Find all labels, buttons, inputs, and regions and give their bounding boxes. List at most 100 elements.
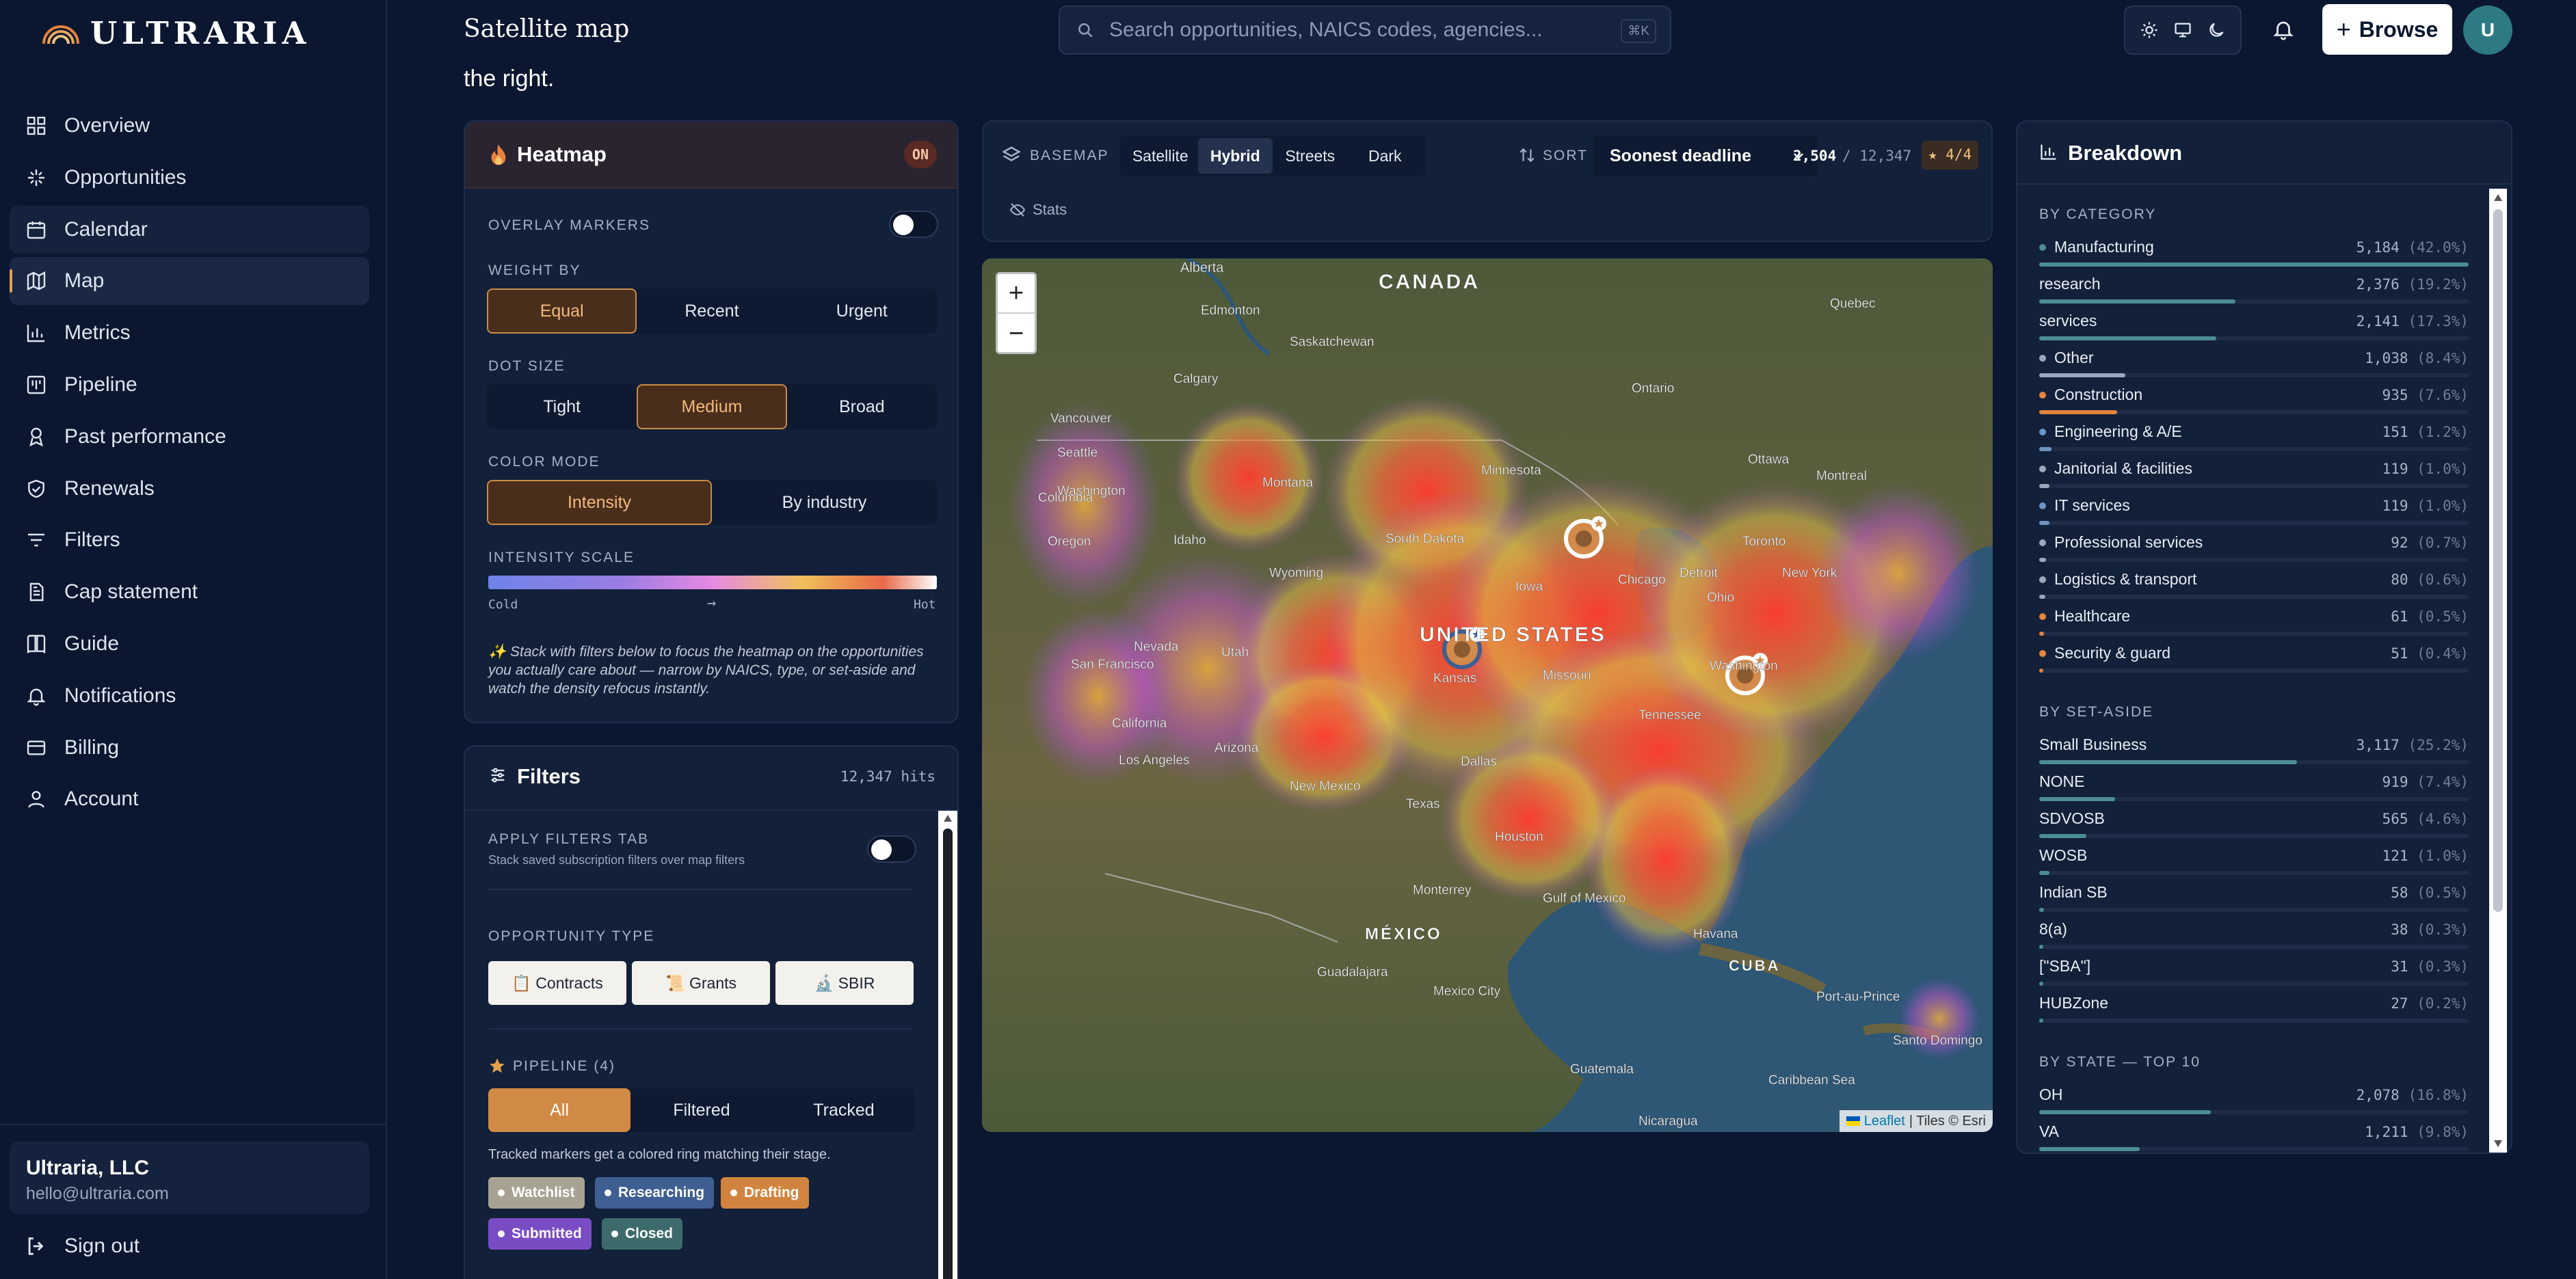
breakdown-panel: Breakdown BY CATEGORY Manufacturing 5,184 … <box>2016 120 2512 1154</box>
breakdown-bar-track <box>2039 410 2469 414</box>
stage-chip-submitted[interactable]: Submitted <box>488 1218 592 1250</box>
zoom-in-button[interactable]: + <box>998 274 1035 314</box>
sidebar-item-metrics[interactable]: Metrics <box>10 309 369 357</box>
sidebar-item-opportunities[interactable]: Opportunities <box>10 154 369 202</box>
basemap-option-streets[interactable]: Streets <box>1273 138 1348 174</box>
apply-filters-toggle[interactable] <box>867 835 916 863</box>
theme-switcher <box>2124 5 2242 55</box>
breakdown-bar-track <box>2039 1019 2469 1023</box>
heatmap-status-badge[interactable]: ON <box>903 141 937 168</box>
sliders-icon <box>491 768 505 783</box>
dot-size-option-broad[interactable]: Broad <box>787 384 937 429</box>
place-label: Arizona <box>1214 741 1259 755</box>
place-label: Washington <box>1710 659 1778 673</box>
place-label: Gulf of Mexico <box>1543 891 1625 906</box>
sidebar-item-calendar[interactable]: Calendar <box>10 205 369 254</box>
heatmap-header: Heatmap ON <box>465 122 957 189</box>
sidebar-item-label: Notifications <box>64 684 176 707</box>
breakdown-row-text: Security & guard <box>2054 644 2171 662</box>
breakdown-count: 119 <box>2382 498 2408 514</box>
bar-chart-icon <box>2041 144 2056 160</box>
sidebar-item-label: Metrics <box>64 321 131 345</box>
sign-out-button[interactable]: Sign out <box>25 1235 140 1258</box>
stage-chip-watchlist[interactable]: Watchlist <box>488 1177 585 1209</box>
breakdown-scrollbar[interactable] <box>2489 189 2507 1153</box>
place-label: Detroit <box>1679 566 1718 580</box>
filters-scrollbar[interactable] <box>938 811 957 1279</box>
breakdown-bar-fill <box>2039 632 2044 636</box>
weight-option-urgent[interactable]: Urgent <box>787 288 937 334</box>
weight-option-equal[interactable]: Equal <box>487 288 637 334</box>
monitor-icon[interactable] <box>2173 21 2192 40</box>
stage-chip-drafting[interactable]: Drafting <box>721 1177 809 1209</box>
pipeline-label: PIPELINE (4) <box>513 1058 616 1074</box>
breakdown-bar-track <box>2039 336 2469 340</box>
breakdown-row-label: Other <box>2039 349 2094 367</box>
type-button-grants[interactable]: 📜 Grants <box>632 961 770 1005</box>
sidebar-item-notifications[interactable]: Notifications <box>10 672 369 720</box>
leaflet-link[interactable]: Leaflet <box>1864 1114 1905 1129</box>
basemap-option-satellite[interactable]: Satellite <box>1123 138 1198 174</box>
rainbow-logo-icon <box>42 25 79 44</box>
sidebar-item-map[interactable]: Map <box>10 257 369 306</box>
breakdown-scroll-thumb[interactable] <box>2493 209 2503 912</box>
type-button-sbir[interactable]: 🔬 SBIR <box>775 961 914 1005</box>
sun-icon[interactable] <box>2140 21 2159 40</box>
breakdown-count: 935 <box>2382 387 2408 403</box>
breakdown-percent: (19.2%) <box>2408 276 2469 293</box>
map-canvas[interactable]: Alberta CANADA Edmonton Saskatchewan Quebec C… <box>982 258 1993 1132</box>
basemap-option-dark[interactable]: Dark <box>1348 138 1423 174</box>
section-divider <box>488 889 912 890</box>
browse-button[interactable]: + Browse <box>2322 4 2452 55</box>
sidebar-item-renewals[interactable]: Renewals <box>10 465 369 513</box>
sidebar-item-overview[interactable]: Overview <box>10 102 369 150</box>
dot-size-option-tight[interactable]: Tight <box>487 384 637 429</box>
dot-size-option-medium[interactable]: Medium <box>637 384 787 429</box>
type-button-contracts[interactable]: 📋 Contracts <box>488 961 626 1005</box>
layers-icon <box>1002 146 1021 161</box>
stage-chip-closed[interactable]: Closed <box>602 1218 683 1250</box>
weight-option-recent[interactable]: Recent <box>637 288 786 334</box>
place-label: Los Angeles <box>1119 753 1190 768</box>
sidebar-item-pipeline[interactable]: Pipeline <box>10 361 369 409</box>
notifications-bell-icon[interactable] <box>2272 18 2295 41</box>
stats-toggle[interactable]: Stats <box>1009 201 1067 219</box>
book-icon <box>25 632 48 656</box>
filters-scroll-thumb[interactable] <box>943 829 953 1279</box>
org-card[interactable]: Ultraria, LLC hello@ultraria.com <box>10 1142 369 1214</box>
breakdown-count: 1,211 <box>2365 1124 2408 1140</box>
avatar[interactable]: U <box>2463 5 2512 55</box>
zoom-out-button[interactable]: − <box>998 314 1035 353</box>
breakdown-percent: (9.8%) <box>2417 1124 2469 1140</box>
tracked-badge[interactable]: ★ 4/4 <box>1922 141 1979 170</box>
intro-text: the right. <box>464 66 555 92</box>
breakdown-row-label: NONE <box>2039 772 2084 791</box>
pipeline-option-all[interactable]: All <box>488 1088 630 1132</box>
sidebar-item-filters[interactable]: Filters <box>10 516 369 564</box>
heatmap-tip: ✨ Stack with filters below to focus the … <box>488 644 924 697</box>
basemap-option-hybrid[interactable]: Hybrid <box>1197 138 1273 174</box>
breakdown-count: 1,038 <box>2365 350 2408 366</box>
breakdown-bar-fill <box>2039 1019 2043 1023</box>
place-label: Ontario <box>1632 381 1674 396</box>
logo[interactable]: ULTRARIA <box>41 15 310 51</box>
sidebar-item-guide[interactable]: Guide <box>10 620 369 668</box>
sidebar-item-account[interactable]: Account <box>10 775 369 823</box>
color-mode-option-by-industry[interactable]: By industry <box>712 480 937 525</box>
pipeline-option-filtered[interactable]: Filtered <box>630 1088 773 1132</box>
sort-select[interactable]: Soonest deadline <box>1593 135 1818 176</box>
tiles-attribution: | Tiles © Esri <box>1909 1113 1986 1129</box>
search-input[interactable]: Search opportunities, NAICS codes, agenc… <box>1059 5 1671 55</box>
color-mode-option-intensity[interactable]: Intensity <box>487 480 712 525</box>
overlay-markers-toggle[interactable] <box>889 211 938 238</box>
moon-icon[interactable] <box>2207 21 2226 40</box>
sidebar-item-past-performance[interactable]: Past performance <box>10 413 369 461</box>
pipeline-option-tracked[interactable]: Tracked <box>773 1088 915 1132</box>
breakdown-row-label: HUBZone <box>2039 994 2108 1012</box>
breakdown-row-text: OH <box>2039 1086 2063 1103</box>
sidebar-item-cap-statement[interactable]: Cap statement <box>10 568 369 616</box>
satellite-map[interactable]: Alberta CANADA Edmonton Saskatchewan Quebec C… <box>982 258 1993 1132</box>
stage-chip-researching[interactable]: Researching <box>595 1177 715 1209</box>
sidebar-item-billing[interactable]: Billing <box>10 724 369 772</box>
breakdown-percent: (0.3%) <box>2417 958 2469 975</box>
